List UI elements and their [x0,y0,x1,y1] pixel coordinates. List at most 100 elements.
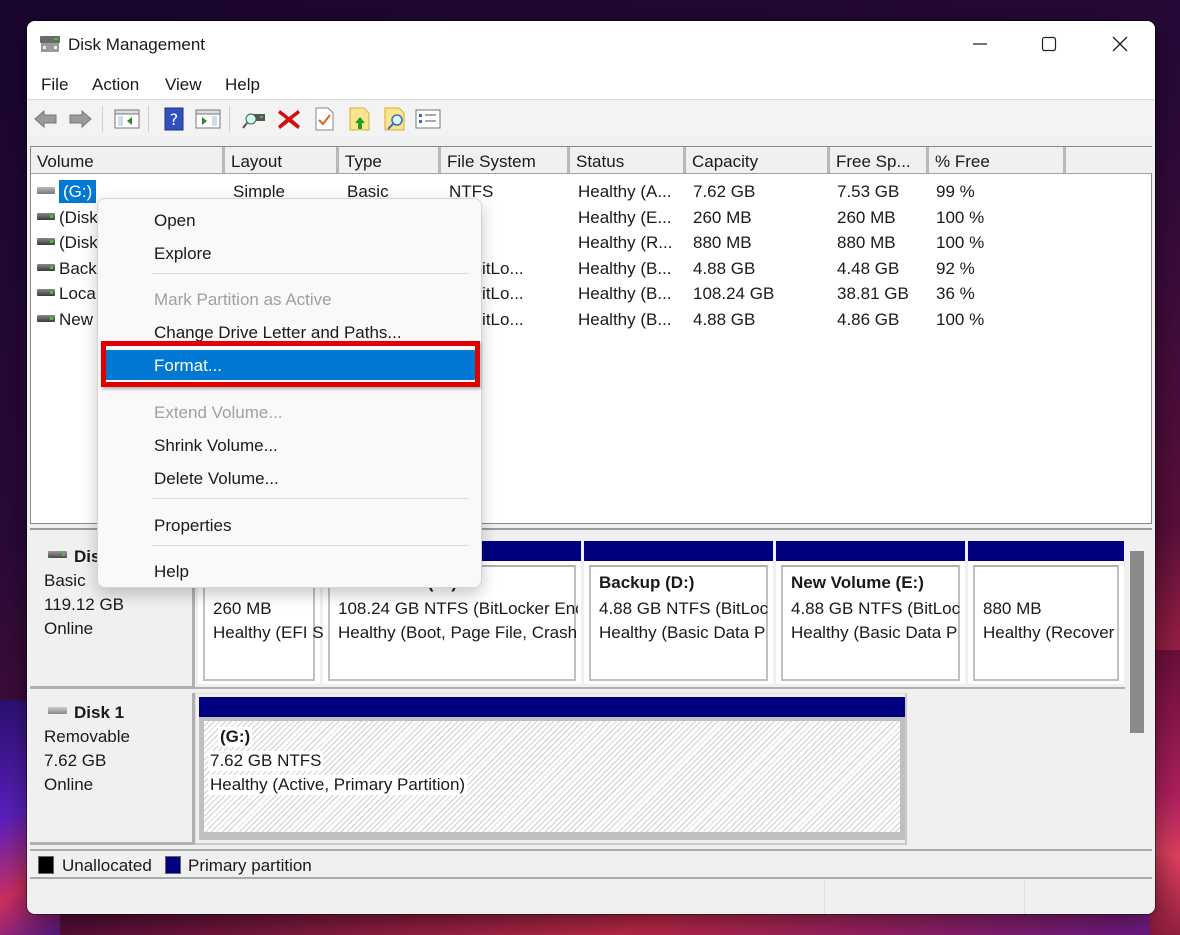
status-separator [1024,881,1025,914]
disk-pane-scrollbar[interactable] [1130,551,1144,733]
disk-size: 119.12 GB [44,595,125,614]
volume-capacity: 4.88 GB [693,310,756,329]
volume-name: (Disk [59,208,98,227]
disk-icon [48,551,67,558]
disk-type: Basic [44,571,86,590]
close-button[interactable] [1085,21,1155,67]
menu-item-properties[interactable]: Properties [102,510,477,540]
forward-icon[interactable] [67,107,93,131]
menu-item-label: Extend Volume... [154,403,283,422]
column-header-file-system[interactable]: File System [441,147,570,173]
back-icon[interactable] [33,107,59,131]
volume-capacity: 260 MB [693,208,752,227]
volume-list-header: Volume Layout Type File System Status Ca… [31,147,1153,174]
column-header-type[interactable]: Type [339,147,441,173]
maximize-icon [1041,36,1057,52]
minimize-icon [973,43,987,45]
volume-icon [37,187,55,194]
menu-item-open[interactable]: Open [102,205,477,235]
partition-line2: Healthy (Boot, Page File, Crash [338,623,578,642]
status-separator [824,881,825,914]
partition-line1: 4.88 GB NTFS (BitLoc [599,599,769,618]
menu-item-shrink-volume[interactable]: Shrink Volume... [102,430,477,460]
menu-help[interactable]: Help [225,75,260,95]
context-menu: Open Explore Mark Partition as Active Ch… [97,198,482,588]
properties-list-icon[interactable] [415,107,441,131]
check-icon[interactable] [311,107,337,131]
column-header-capacity[interactable]: Capacity [686,147,830,173]
volume-free-space: 4.86 GB [837,310,900,329]
volume-capacity: 4.88 GB [693,259,756,278]
partition-box: Backup (D:) 4.88 GB NTFS (BitLoc Healthy… [589,565,768,681]
menu-file[interactable]: File [41,75,68,95]
partition-line1: 260 MB [213,599,272,618]
minimize-button[interactable] [945,21,1015,67]
volume-percent-free: 92 % [936,259,975,278]
show-hide-console-tree-icon[interactable] [114,107,140,131]
menu-item-delete-volume[interactable]: Delete Volume... [102,463,477,493]
column-header-volume[interactable]: Volume [31,147,225,173]
help-icon[interactable]: ? [161,107,187,131]
menu-item-label: Delete Volume... [154,469,279,488]
volume-icon [37,289,55,296]
volume-free-space: 4.48 GB [837,259,900,278]
close-icon [1112,36,1128,52]
volume-free-space: 38.81 GB [837,284,909,303]
volume-name: New [59,310,94,329]
disk-name: Disk 1 [74,703,125,722]
partition-title: Backup (D:) [599,573,695,592]
partition-line1: 880 MB [983,599,1042,618]
volume-status: Healthy (A... [578,182,672,201]
partition-line2: Healthy (Basic Data P [599,623,766,642]
window-title: Disk Management [68,35,206,54]
partition-title: (G:) [218,727,253,747]
partition-bar [776,541,965,561]
menu-item-label: Shrink Volume... [154,436,278,455]
folder-up-icon[interactable] [347,107,373,131]
column-header-status[interactable]: Status [570,147,686,173]
legend: Unallocated Primary partition [30,849,1152,879]
volume-free-space: 880 MB [837,233,896,252]
volume-percent-free: 36 % [936,284,975,303]
disk-1-partitions: (G:) 7.62 GB NTFS Healthy (Active, Prima… [195,693,907,845]
volume-name: (Disk [59,233,98,252]
menu-view[interactable]: View [165,75,202,95]
partition-backup-d[interactable]: Backup (D:) 4.88 GB NTFS (BitLoc Healthy… [584,541,773,684]
menu-action[interactable]: Action [92,75,139,95]
disk-type: Removable [44,727,130,746]
folder-search-icon[interactable] [382,107,408,131]
show-hide-action-pane-icon[interactable] [195,107,221,131]
format-highlight-annotation [101,341,480,387]
partition-recovery[interactable]: 880 MB Healthy (Recover [968,541,1124,684]
column-header-empty [1066,147,1153,173]
menu-item-label: Mark Partition as Active [154,290,332,309]
column-header-percent-free[interactable]: % Free [929,147,1066,173]
column-header-free-space[interactable]: Free Sp... [830,147,929,173]
menu-separator [152,498,469,499]
disk-1-label[interactable]: Disk 1 Removable 7.62 GB Online [30,693,195,845]
connect-disk-icon[interactable] [241,107,267,131]
column-header-layout[interactable]: Layout [225,147,339,173]
menu-item-label: Explore [154,244,212,263]
menu-item-label: Help [154,562,189,581]
menu-item-explore[interactable]: Explore [102,238,477,268]
partition-new-volume-e[interactable]: New Volume (E:) 4.88 GB NTFS (BitLoc Hea… [776,541,965,684]
partition-bar [968,541,1124,561]
partition-g[interactable]: (G:) 7.62 GB NTFS Healthy (Active, Prima… [199,697,905,840]
volume-percent-free: 100 % [936,310,985,329]
delete-icon[interactable] [276,107,302,131]
menu-item-help[interactable]: Help [102,556,477,586]
toolbar-separator [229,106,230,132]
volume-percent-free: 99 % [936,182,975,201]
disk-state: Online [44,775,94,794]
partition-box: (G:) 7.62 GB NTFS Healthy (Active, Prima… [204,721,900,832]
disk-size: 7.62 GB [44,751,107,770]
volume-name: Loca [59,284,96,303]
partition-line2: Healthy (Active, Primary Partition) [208,775,468,795]
menu-item-label: Properties [154,516,232,535]
menu-separator [152,545,469,546]
maximize-button[interactable] [1014,21,1084,67]
partition-line2: Healthy (EFI S [213,623,323,642]
partition-bar [199,697,905,717]
volume-percent-free: 100 % [936,208,985,227]
